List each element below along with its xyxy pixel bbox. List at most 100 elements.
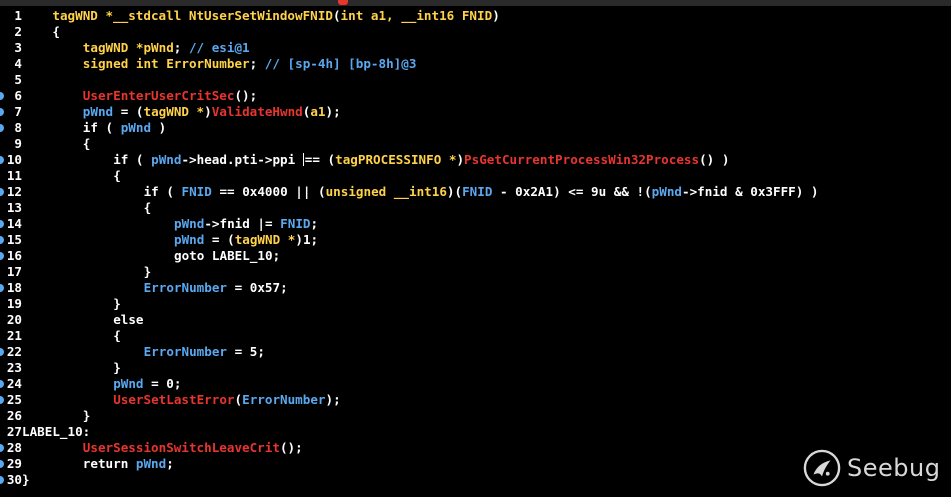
code-token: ) <box>151 120 167 135</box>
code-line[interactable]: 29 return pWnd; <box>0 456 174 472</box>
code-line[interactable]: 16 goto LABEL_10; <box>0 248 280 264</box>
code-text[interactable]: { <box>22 24 60 40</box>
code-token: ) <box>492 8 500 23</box>
code-line[interactable]: 19} <box>0 296 121 312</box>
code-text[interactable]: { <box>22 200 152 216</box>
code-token: { <box>52 24 60 39</box>
code-text[interactable]: UserSessionSwitchLeaveCrit(); <box>22 440 303 456</box>
code-text[interactable]: tagWND *pWnd; // esi@1 <box>22 40 250 56</box>
code-text[interactable]: { <box>22 168 121 184</box>
code-token: = 0x57; <box>227 280 288 295</box>
code-token: } <box>113 296 121 311</box>
code-token: ErrorNumber <box>242 392 326 407</box>
code-text[interactable]: } <box>22 264 152 280</box>
code-line[interactable]: 25 UserSetLastError(ErrorNumber); <box>0 392 341 408</box>
code-token: ErrorNumber <box>143 280 227 295</box>
code-line[interactable]: 8 if ( pWnd ) <box>0 120 166 136</box>
code-token: FNID <box>181 184 212 199</box>
code-text[interactable]: if ( pWnd->head.pti->ppi == (tagPROCESSI… <box>22 152 729 168</box>
code-text[interactable]: if ( pWnd ) <box>22 120 166 136</box>
code-text[interactable]: pWnd = 0; <box>22 376 181 392</box>
code-token: = ( <box>204 232 235 247</box>
code-text[interactable]: { <box>22 328 121 344</box>
code-token: if ( <box>82 120 121 135</box>
line-number: 27 <box>6 424 22 439</box>
code-token: int a1, __int16 FNID <box>340 8 493 23</box>
pseudocode-view[interactable]: 1 tagWND *__stdcall NtUserSetWindowFNID(i… <box>0 8 951 497</box>
code-text[interactable]: ErrorNumber = 5; <box>22 344 265 360</box>
code-line[interactable]: 11 { <box>0 168 121 184</box>
code-text[interactable]: UserEnterUserCritSec(); <box>22 88 257 104</box>
code-token: // esi@1 <box>188 40 250 55</box>
code-line[interactable]: 30} <box>0 472 30 488</box>
tab-marker-red[interactable] <box>338 0 348 5</box>
code-line[interactable]: 17} <box>0 264 151 280</box>
code-token: )( <box>446 184 463 199</box>
code-line[interactable]: 24 pWnd = 0; <box>0 376 181 392</box>
line-number: 11 <box>6 168 22 183</box>
code-token: = 0; <box>143 376 182 391</box>
line-number: 19 <box>6 296 22 311</box>
code-token: ; <box>310 216 319 231</box>
code-text[interactable]: } <box>22 296 121 312</box>
tab-strip[interactable] <box>0 0 951 6</box>
code-token: ) <box>204 104 212 119</box>
line-number: 5 <box>14 72 22 87</box>
code-text[interactable]: pWnd = (tagWND *)ValidateHwnd(a1); <box>22 104 341 120</box>
code-line[interactable]: 20 else <box>0 312 144 328</box>
code-text[interactable]: signed int ErrorNumber; // [sp-4h] [bp-8… <box>22 56 417 72</box>
code-token: pWnd <box>120 120 152 135</box>
code-line[interactable]: 7 pWnd = (tagWND *)ValidateHwnd(a1); <box>0 104 341 120</box>
code-token: ( <box>332 8 341 23</box>
code-line[interactable]: 1 tagWND *__stdcall NtUserSetWindowFNID(i… <box>0 8 500 24</box>
code-token: pWnd <box>651 184 683 199</box>
code-text[interactable]: if ( FNID == 0x4000 || (unsigned __int16… <box>22 184 819 200</box>
code-token: pWnd <box>113 376 144 391</box>
code-token: == 0x4000 || ( <box>211 184 326 199</box>
code-line[interactable]: 28 UserSessionSwitchLeaveCrit(); <box>0 440 303 456</box>
code-token: LABEL_10: <box>22 424 91 439</box>
code-text[interactable]: pWnd->fnid |= FNID; <box>22 216 318 232</box>
code-token: tagWND * <box>234 232 296 247</box>
code-line[interactable]: 4 signed int ErrorNumber; // [sp-4h] [bp-… <box>0 56 416 72</box>
code-token: ) <box>456 152 465 167</box>
code-token: PsGetCurrentProcessWin32Process <box>464 152 700 167</box>
code-token: = ( <box>113 104 144 119</box>
code-token: pWnd <box>82 104 114 119</box>
code-line[interactable]: 27LABEL_10: <box>0 424 90 440</box>
code-line[interactable]: 12 if ( FNID == 0x4000 || (unsigned __int… <box>0 184 819 200</box>
code-line[interactable]: 14 pWnd->fnid |= FNID; <box>0 216 318 232</box>
code-line[interactable]: 13 { <box>0 200 151 216</box>
code-text[interactable]: return pWnd; <box>22 456 174 472</box>
code-line[interactable]: 22 ErrorNumber = 5; <box>0 344 265 360</box>
code-line[interactable]: 9{ <box>0 136 90 152</box>
code-line[interactable]: 6 UserEnterUserCritSec(); <box>0 88 257 104</box>
code-text[interactable]: pWnd = (tagWND *)1; <box>22 232 318 248</box>
code-line[interactable]: 3 tagWND *pWnd; // esi@1 <box>0 40 250 56</box>
code-text[interactable]: { <box>22 136 91 152</box>
code-line[interactable]: 5 <box>0 72 52 88</box>
code-line[interactable]: 21 { <box>0 328 121 344</box>
code-line[interactable]: 15 pWnd = (tagWND *)1; <box>0 232 318 248</box>
code-token: signed int ErrorNumber <box>82 56 250 71</box>
line-number: 26 <box>6 408 22 423</box>
code-text[interactable]: LABEL_10: <box>22 424 90 440</box>
code-line[interactable]: 10 if ( pWnd->head.pti->ppi == (tagPROCES… <box>0 152 729 168</box>
code-text[interactable]: } <box>22 360 121 376</box>
code-line[interactable]: 23} <box>0 360 121 376</box>
code-text[interactable]: ErrorNumber = 0x57; <box>22 280 288 296</box>
code-line[interactable]: 2{ <box>0 24 60 40</box>
code-line[interactable]: 18 ErrorNumber = 0x57; <box>0 280 288 296</box>
code-token: if ( <box>113 152 152 167</box>
code-text[interactable]: goto LABEL_10; <box>22 248 280 264</box>
code-text[interactable]: UserSetLastError(ErrorNumber); <box>22 392 341 408</box>
line-number: 17 <box>6 264 22 279</box>
code-token: ->fnid & 0x3FFF) ) <box>682 184 819 199</box>
code-text[interactable]: tagWND *__stdcall NtUserSetWindowFNID(in… <box>22 8 500 24</box>
code-line[interactable]: 26} <box>0 408 91 424</box>
code-token: pWnd <box>174 232 205 247</box>
code-token: == ( <box>304 152 336 167</box>
code-text[interactable]: else <box>22 312 143 328</box>
code-text[interactable]: } <box>22 472 30 488</box>
code-text[interactable]: } <box>22 408 91 424</box>
